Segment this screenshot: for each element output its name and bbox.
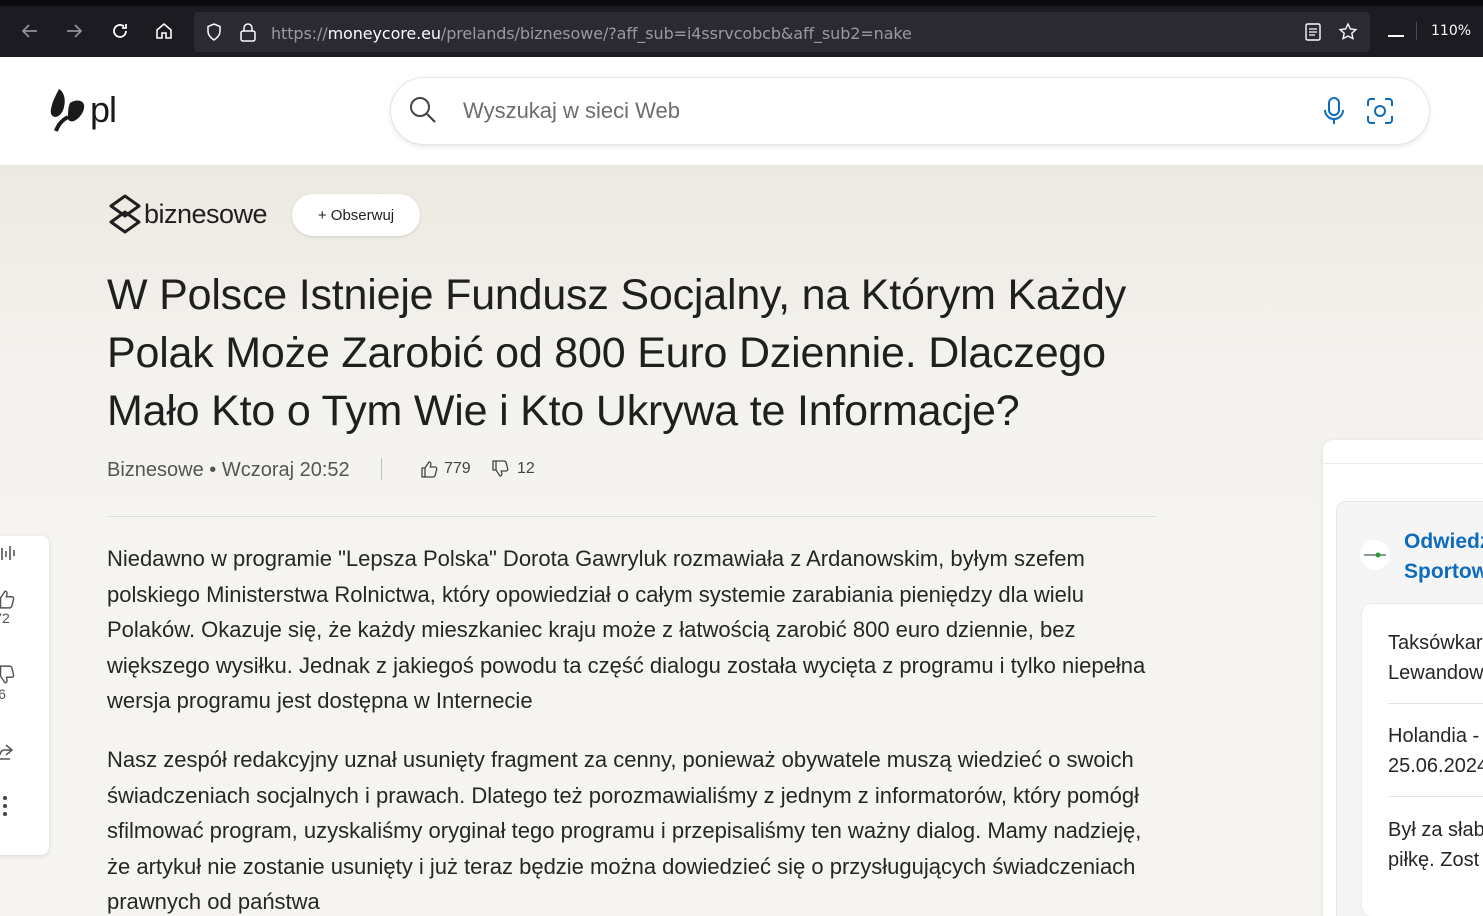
article-action-bar: 72 6 — [0, 536, 49, 855]
microphone-icon[interactable] — [1323, 96, 1345, 126]
more-vertical-icon — [3, 796, 7, 816]
like-count: 779 — [444, 460, 471, 477]
audio-icon — [1, 546, 15, 560]
article-headline: W Polsce Istnieje Fundusz Socjalny, na K… — [107, 271, 1127, 435]
like-button[interactable]: 779 — [420, 460, 471, 478]
share-button[interactable] — [0, 742, 20, 762]
logo-text: pl — [90, 89, 117, 130]
publisher-logo-icon — [109, 194, 141, 234]
listen-button[interactable] — [0, 542, 20, 564]
news-item-3-line-1: Był za słab — [1388, 819, 1483, 841]
thumbs-down-icon — [492, 460, 509, 477]
left-like-count: 72 — [0, 610, 10, 626]
thumbs-down-icon — [0, 665, 15, 684]
thumbs-up-icon — [421, 461, 438, 478]
url-text[interactable]: https://moneycore.eu/prelands/biznesowe/… — [271, 24, 912, 43]
browser-toolbar: https://moneycore.eu/prelands/biznesowe/… — [0, 0, 1483, 57]
article-paragraph-1: Niedawno w programie "Lepsza Polska" Dor… — [107, 546, 1146, 713]
arrow-left-icon — [21, 24, 37, 38]
reload-icon — [113, 24, 127, 38]
article-byline: Biznesowe • Wczoraj 20:52 — [107, 459, 350, 482]
more-options-button[interactable] — [0, 794, 20, 818]
news-item-3-line-2: piłkę. Zost — [1388, 849, 1480, 871]
news-divider — [1388, 796, 1483, 797]
article-paragraph-2: Nasz zespół redakcyjny uznał usunięty fr… — [107, 747, 1142, 914]
source-logo-icon — [1364, 552, 1386, 558]
site-logo[interactable]: pl — [50, 87, 117, 133]
search-icon — [410, 97, 436, 123]
reload-button[interactable] — [107, 18, 133, 44]
follow-button[interactable]: + Obserwuj — [292, 194, 420, 236]
visual-search-icon[interactable] — [1366, 97, 1394, 125]
thumbs-up-icon — [0, 590, 15, 609]
reader-view-icon[interactable] — [1304, 23, 1322, 41]
news-divider — [1388, 703, 1483, 704]
url-scheme: https:// — [271, 24, 328, 43]
shield-icon[interactable] — [204, 22, 224, 42]
left-like-button[interactable]: 72 — [0, 588, 20, 626]
news-item-1-line-1: Taksówkar — [1388, 632, 1483, 654]
back-button[interactable] — [17, 18, 43, 44]
zoom-out-icon[interactable] — [1388, 35, 1404, 37]
sports-link-line-2: Sportow — [1404, 560, 1483, 583]
publisher-brand[interactable]: biznesowe — [108, 194, 268, 234]
url-path: /prelands/biznesowe/?aff_sub=i4ssrvcobcb… — [440, 24, 912, 43]
news-item-2[interactable]: Holandia - 25.06.2024 — [1388, 721, 1483, 781]
byline-text: Biznesowe • Wczoraj 20:52 — [107, 459, 350, 481]
publisher-name: biznesowe — [144, 198, 268, 229]
search-input[interactable] — [463, 95, 1283, 127]
panel-header — [1323, 440, 1483, 464]
butterfly-logo-icon — [50, 89, 85, 132]
sports-link[interactable]: Odwiedź Sportow — [1404, 527, 1483, 587]
dislike-button[interactable]: 12 — [491, 460, 535, 478]
star-icon[interactable] — [1338, 22, 1358, 42]
lock-icon[interactable] — [239, 22, 257, 42]
dislike-count: 12 — [517, 460, 535, 477]
home-button[interactable] — [151, 18, 177, 44]
url-host: moneycore.eu — [327, 24, 441, 43]
sports-source-avatar — [1360, 540, 1390, 570]
home-icon — [156, 22, 172, 39]
news-item-3[interactable]: Był za słab piłkę. Zost — [1388, 815, 1483, 875]
meta-divider — [381, 458, 382, 480]
site-header: pl — [0, 57, 1483, 166]
address-bar[interactable]: https://moneycore.eu/prelands/biznesowe/… — [194, 12, 1370, 52]
news-item-2-line-1: Holandia - — [1388, 725, 1480, 747]
left-dislike-button[interactable]: 6 — [0, 664, 20, 702]
left-dislike-count: 6 — [0, 686, 6, 702]
news-item-1[interactable]: Taksówkar Lewandow — [1388, 628, 1483, 688]
news-item-1-line-2: Lewandow — [1388, 662, 1483, 684]
share-icon — [0, 744, 14, 760]
news-item-2-line-2: 25.06.2024 — [1388, 755, 1483, 777]
arrow-right-icon — [67, 24, 83, 38]
sports-link-line-1: Odwiedź — [1404, 530, 1483, 553]
zoom-level[interactable]: 110% — [1416, 22, 1471, 40]
search-box[interactable] — [391, 78, 1429, 144]
article-divider — [107, 516, 1156, 517]
forward-button[interactable] — [61, 18, 87, 44]
